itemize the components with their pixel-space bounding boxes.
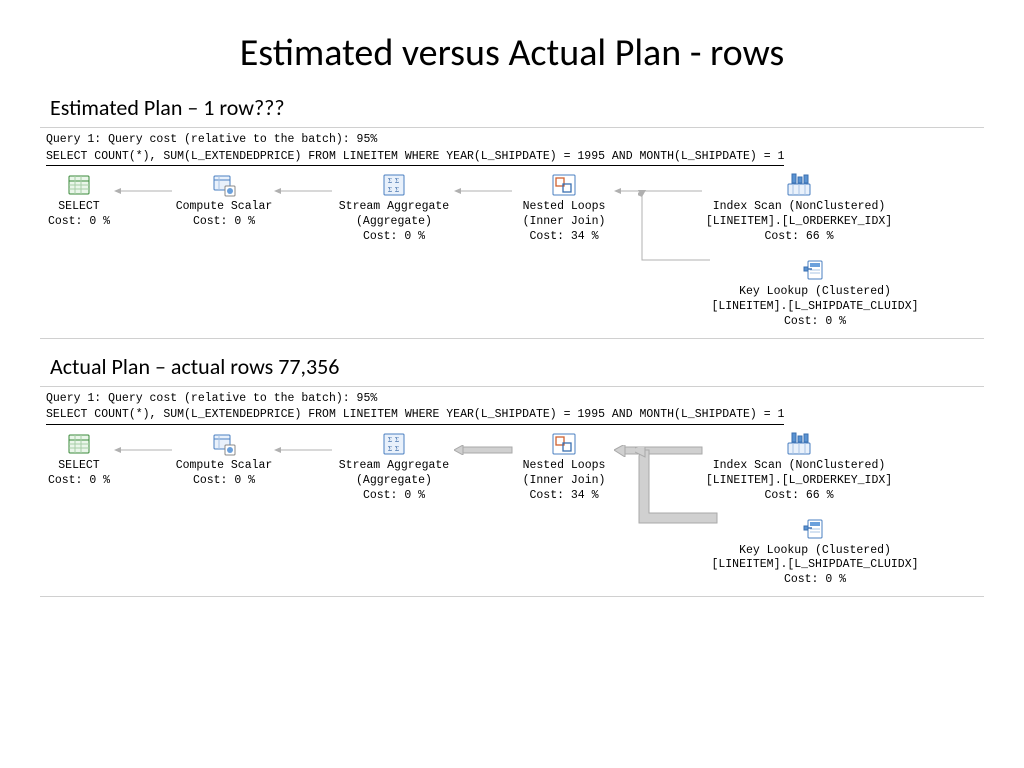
plan-row-1: SELECT Cost: 0 % Compute Scalar Cost: 0 … bbox=[44, 172, 984, 245]
op-label: Compute Scalar bbox=[174, 459, 274, 474]
op-sublabel: (Aggregate) bbox=[334, 215, 454, 230]
page-title: Estimated versus Actual Plan - rows bbox=[40, 30, 984, 76]
op-meta: [LINEITEM].[L_ORDERKEY_IDX] bbox=[704, 215, 894, 230]
op-cost: Cost: 0 % bbox=[710, 315, 920, 330]
op-meta: [LINEITEM].[L_SHIPDATE_CLUIDX] bbox=[710, 300, 920, 315]
op-sublabel: (Aggregate) bbox=[334, 474, 454, 489]
actual-plan-block: Query 1: Query cost (relative to the bat… bbox=[40, 386, 984, 598]
op-cost: Cost: 0 % bbox=[334, 230, 454, 245]
op-label: SELECT bbox=[44, 459, 114, 474]
op-cost: Cost: 0 % bbox=[334, 489, 454, 504]
key-lookup-icon bbox=[802, 257, 828, 283]
arrow-icon bbox=[454, 186, 514, 196]
op-cost: Cost: 34 % bbox=[514, 230, 614, 245]
op-cost: Cost: 0 % bbox=[174, 215, 274, 230]
op-sublabel: (Inner Join) bbox=[514, 215, 614, 230]
compute-scalar-icon bbox=[211, 431, 237, 457]
op-label: Stream Aggregate bbox=[334, 200, 454, 215]
query-cost-line: Query 1: Query cost (relative to the bat… bbox=[46, 391, 984, 407]
op-meta: [LINEITEM].[L_SHIPDATE_CLUIDX] bbox=[710, 558, 920, 573]
op-cost: Cost: 66 % bbox=[704, 489, 894, 504]
key-lookup-icon bbox=[802, 516, 828, 542]
op-label: Nested Loops bbox=[514, 459, 614, 474]
index-scan-icon bbox=[786, 431, 812, 457]
arrow-icon bbox=[114, 186, 174, 196]
slide: Estimated versus Actual Plan - rows Esti… bbox=[0, 0, 1024, 631]
op-cost: Cost: 0 % bbox=[44, 215, 114, 230]
op-label: Compute Scalar bbox=[174, 200, 274, 215]
arrow-thick-icon bbox=[454, 445, 514, 455]
op-cost: Cost: 0 % bbox=[710, 573, 920, 588]
estimated-plan-block: Query 1: Query cost (relative to the bat… bbox=[40, 127, 984, 339]
plan-row-1: SELECT Cost: 0 % Compute Scalar Cost: 0 … bbox=[44, 431, 984, 504]
section2-subtitle: Actual Plan – actual rows 77,356 bbox=[50, 353, 984, 380]
op-key-lookup: Key Lookup (Clustered) [LINEITEM].[L_SHI… bbox=[710, 257, 920, 330]
op-label: Index Scan (NonClustered) bbox=[704, 200, 894, 215]
op-label: Index Scan (NonClustered) bbox=[704, 459, 894, 474]
op-label: Nested Loops bbox=[514, 200, 614, 215]
arrow-icon bbox=[114, 445, 174, 455]
op-nested-loops: Nested Loops (Inner Join) Cost: 34 % bbox=[514, 172, 614, 245]
stream-aggregate-icon bbox=[381, 431, 407, 457]
op-label: SELECT bbox=[44, 200, 114, 215]
op-select: SELECT Cost: 0 % bbox=[44, 431, 114, 489]
plan-row-2: Key Lookup (Clustered) [LINEITEM].[L_SHI… bbox=[710, 257, 984, 330]
query-sql: SELECT COUNT(*), SUM(L_EXTENDEDPRICE) FR… bbox=[46, 149, 784, 167]
op-select: SELECT Cost: 0 % bbox=[44, 172, 114, 230]
connector-elbow-icon bbox=[638, 190, 718, 280]
arrow-icon bbox=[274, 445, 334, 455]
op-meta: [LINEITEM].[L_ORDERKEY_IDX] bbox=[704, 474, 894, 489]
op-cost: Cost: 66 % bbox=[704, 230, 894, 245]
op-stream-aggregate: Stream Aggregate (Aggregate) Cost: 0 % bbox=[334, 172, 454, 245]
query-cost-line: Query 1: Query cost (relative to the bat… bbox=[46, 132, 984, 148]
op-sublabel: (Inner Join) bbox=[514, 474, 614, 489]
nested-loops-icon bbox=[551, 431, 577, 457]
select-icon bbox=[66, 172, 92, 198]
op-cost: Cost: 0 % bbox=[174, 474, 274, 489]
section1-subtitle: Estimated Plan – 1 row??? bbox=[50, 94, 984, 121]
op-compute-scalar: Compute Scalar Cost: 0 % bbox=[174, 431, 274, 489]
nested-loops-icon bbox=[551, 172, 577, 198]
select-icon bbox=[66, 431, 92, 457]
op-index-scan: Index Scan (NonClustered) [LINEITEM].[L_… bbox=[704, 431, 894, 504]
op-stream-aggregate: Stream Aggregate (Aggregate) Cost: 0 % bbox=[334, 431, 454, 504]
op-index-scan: Index Scan (NonClustered) [LINEITEM].[L_… bbox=[704, 172, 894, 245]
plan-row-2: Key Lookup (Clustered) [LINEITEM].[L_SHI… bbox=[710, 516, 984, 589]
op-key-lookup: Key Lookup (Clustered) [LINEITEM].[L_SHI… bbox=[710, 516, 920, 589]
op-cost: Cost: 0 % bbox=[44, 474, 114, 489]
op-nested-loops: Nested Loops (Inner Join) Cost: 34 % bbox=[514, 431, 614, 504]
op-compute-scalar: Compute Scalar Cost: 0 % bbox=[174, 172, 274, 230]
op-label: Stream Aggregate bbox=[334, 459, 454, 474]
op-label: Key Lookup (Clustered) bbox=[710, 544, 920, 559]
query-sql: SELECT COUNT(*), SUM(L_EXTENDEDPRICE) FR… bbox=[46, 407, 784, 425]
compute-scalar-icon bbox=[211, 172, 237, 198]
op-label: Key Lookup (Clustered) bbox=[710, 285, 920, 300]
stream-aggregate-icon bbox=[381, 172, 407, 198]
arrow-icon bbox=[274, 186, 334, 196]
index-scan-icon bbox=[786, 172, 812, 198]
op-cost: Cost: 34 % bbox=[514, 489, 614, 504]
